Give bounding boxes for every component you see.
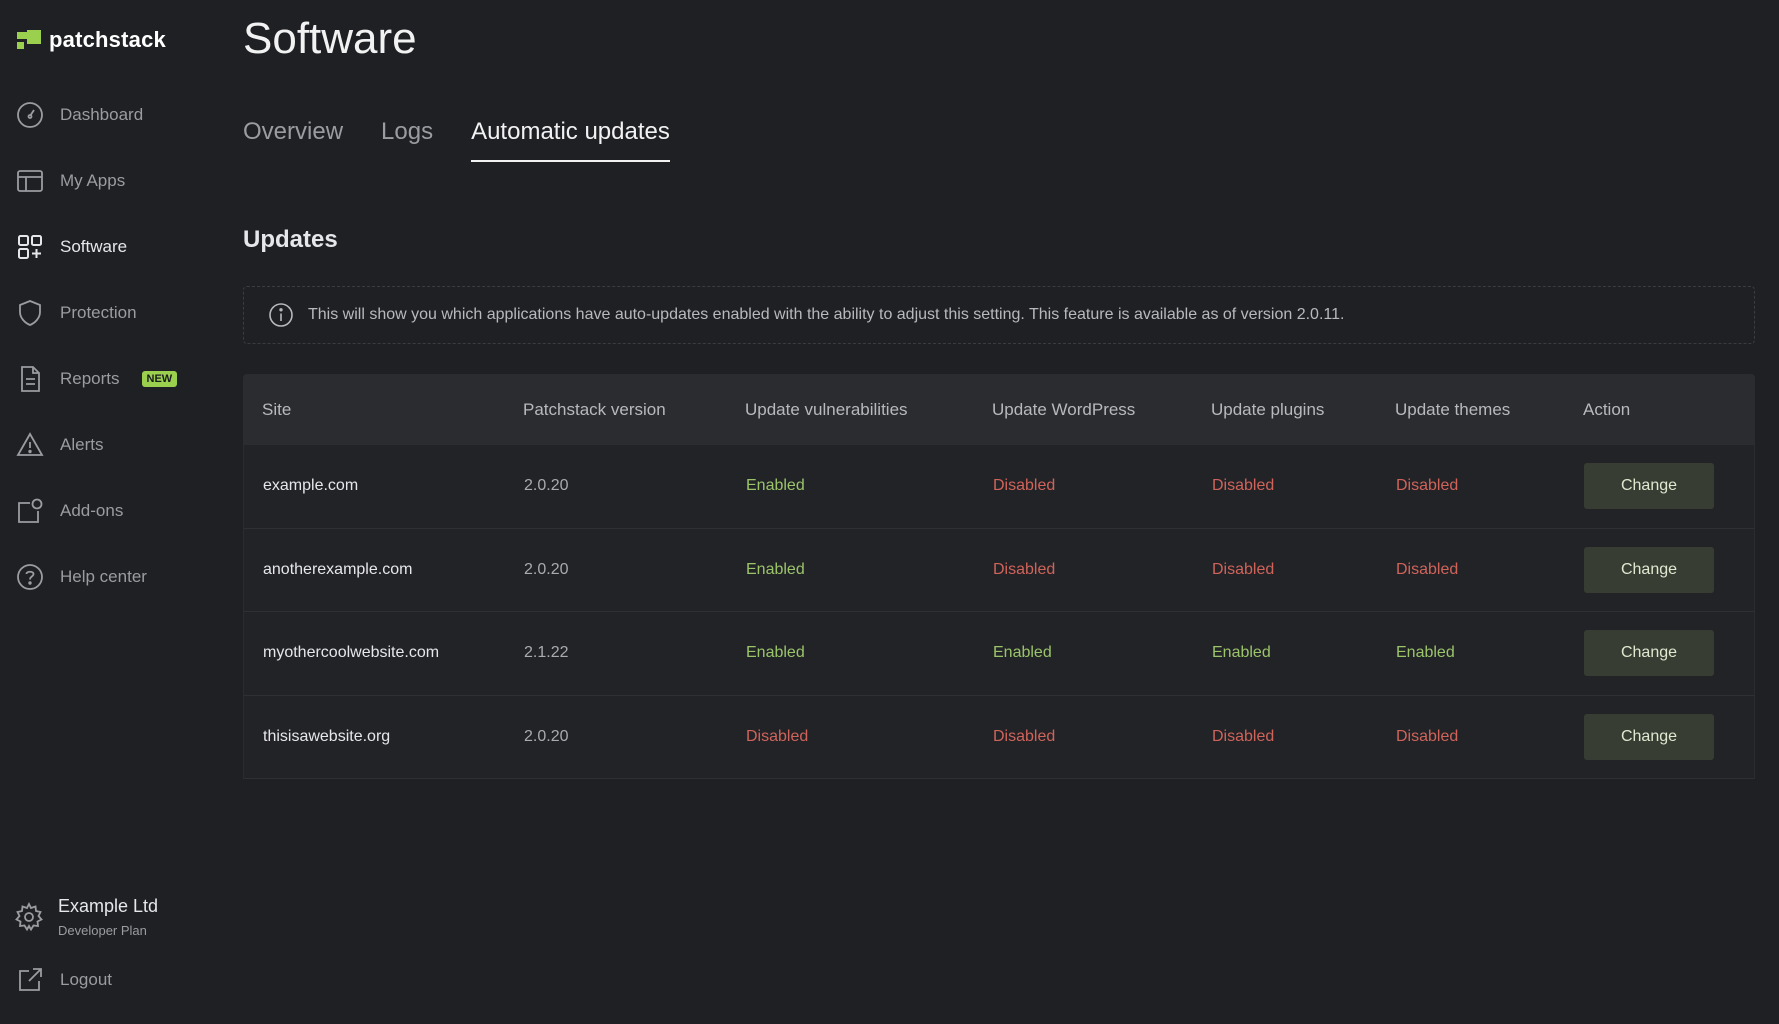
plugins-status: Disabled: [1212, 560, 1275, 578]
info-icon: [269, 303, 293, 327]
sidebar: patchstack Dashboard My Apps Software Pr…: [0, 0, 220, 1024]
sidebar-item-help-center[interactable]: Help center: [16, 557, 216, 597]
new-badge: NEW: [141, 371, 178, 387]
gear-icon: [15, 902, 43, 932]
sidebar-item-label: Reports: [60, 369, 120, 388]
themes-status: Enabled: [1396, 644, 1455, 662]
site-cell: anotherexample.com: [263, 560, 413, 578]
sidebar-item-reports[interactable]: Reports NEW: [16, 359, 216, 399]
sidebar-item-dashboard[interactable]: Dashboard: [16, 95, 216, 135]
vulnerabilities-status: Enabled: [746, 644, 805, 662]
tab-logs[interactable]: Logs: [381, 118, 433, 162]
tab-overview[interactable]: Overview: [243, 118, 343, 162]
tab-automatic-updates[interactable]: Automatic updates: [471, 118, 670, 162]
logo[interactable]: patchstack: [17, 27, 166, 53]
column-header-version: Patchstack version: [523, 399, 666, 419]
sidebar-item-label: Add-ons: [60, 501, 124, 520]
change-button[interactable]: Change: [1584, 546, 1714, 593]
version-cell: 2.0.20: [524, 727, 569, 745]
document-icon: [21, 366, 40, 392]
logout-button[interactable]: Logout: [16, 966, 112, 994]
sidebar-item-add-ons[interactable]: Add-ons: [16, 491, 216, 531]
wordpress-status: Disabled: [993, 477, 1056, 495]
column-header-action: Action: [1583, 399, 1631, 419]
sidebar-item-alerts[interactable]: Alerts: [16, 425, 216, 465]
info-banner: This will show you which applications ha…: [243, 286, 1755, 344]
brand-name: patchstack: [49, 27, 166, 52]
tab-bar: Overview Logs Automatic updates: [243, 118, 670, 162]
change-button[interactable]: Change: [1584, 713, 1714, 760]
sidebar-item-label: My Apps: [60, 171, 126, 190]
table-header: Site Patchstack version Update vulnerabi…: [243, 374, 1755, 445]
plugins-status: Disabled: [1212, 477, 1275, 495]
app-root: patchstack Dashboard My Apps Software Pr…: [0, 0, 1779, 1024]
themes-status: Disabled: [1396, 560, 1459, 578]
site-cell: myothercoolwebsite.com: [263, 644, 440, 662]
sidebar-item-label: Alerts: [60, 435, 104, 454]
logout-label: Logout: [60, 970, 112, 989]
version-cell: 2.0.20: [524, 477, 569, 495]
shield-icon: [19, 300, 41, 326]
sidebar-item-software[interactable]: Software: [16, 227, 216, 267]
change-button[interactable]: Change: [1584, 630, 1714, 677]
sidebar-item-my-apps[interactable]: My Apps: [16, 161, 216, 201]
column-header-vulnerabilities: Update vulnerabilities: [745, 399, 908, 419]
version-cell: 2.1.22: [524, 644, 569, 662]
page-title: Software: [243, 14, 417, 63]
plugins-status: Enabled: [1212, 644, 1271, 662]
wordpress-status: Enabled: [993, 644, 1052, 662]
updates-table: Site Patchstack version Update vulnerabi…: [243, 374, 1755, 779]
account-name: Example Ltd: [58, 896, 159, 916]
table-row: example.com 2.0.20 Enabled Disabled Disa…: [243, 445, 1755, 529]
account-switcher[interactable]: Example Ltd Developer Plan: [14, 896, 158, 938]
external-link-icon: [19, 968, 42, 991]
addons-icon: [18, 498, 43, 523]
plugins-status: Disabled: [1212, 727, 1275, 745]
table-row: thisisawebsite.org 2.0.20 Disabled Disab…: [243, 695, 1755, 779]
wordpress-status: Disabled: [993, 727, 1056, 745]
info-text: This will show you which applications ha…: [308, 306, 1345, 323]
vulnerabilities-status: Enabled: [746, 477, 805, 495]
warning-icon: [16, 432, 44, 456]
vulnerabilities-status: Enabled: [746, 560, 805, 578]
themes-status: Disabled: [1396, 727, 1459, 745]
section-title: Updates: [243, 226, 338, 253]
change-button[interactable]: Change: [1584, 463, 1714, 510]
column-header-plugins: Update plugins: [1211, 399, 1325, 419]
themes-status: Disabled: [1396, 477, 1459, 495]
patchstack-logo-icon: [17, 30, 41, 50]
column-header-wordpress: Update WordPress: [992, 399, 1136, 419]
sidebar-item-label: Protection: [60, 303, 137, 322]
sidebar-item-label: Software: [60, 237, 128, 256]
sidebar-item-protection[interactable]: Protection: [16, 293, 216, 333]
layout-icon: [17, 170, 43, 192]
account-plan: Developer Plan: [58, 923, 147, 938]
wordpress-status: Disabled: [993, 560, 1056, 578]
version-cell: 2.0.20: [524, 560, 569, 578]
grid-plus-icon: [18, 235, 42, 259]
site-cell: thisisawebsite.org: [263, 727, 391, 745]
sidebar-item-label: Help center: [60, 567, 147, 586]
table-row: anotherexample.com 2.0.20 Enabled Disabl…: [243, 528, 1755, 612]
column-header-themes: Update themes: [1395, 399, 1511, 419]
column-header-site: Site: [262, 399, 292, 419]
gauge-icon: [17, 102, 43, 128]
sidebar-item-label: Dashboard: [60, 105, 144, 124]
table-row: myothercoolwebsite.com 2.1.22 Enabled En…: [243, 612, 1755, 696]
vulnerabilities-status: Disabled: [746, 727, 809, 745]
site-cell: example.com: [263, 477, 359, 495]
help-icon: [17, 564, 43, 590]
